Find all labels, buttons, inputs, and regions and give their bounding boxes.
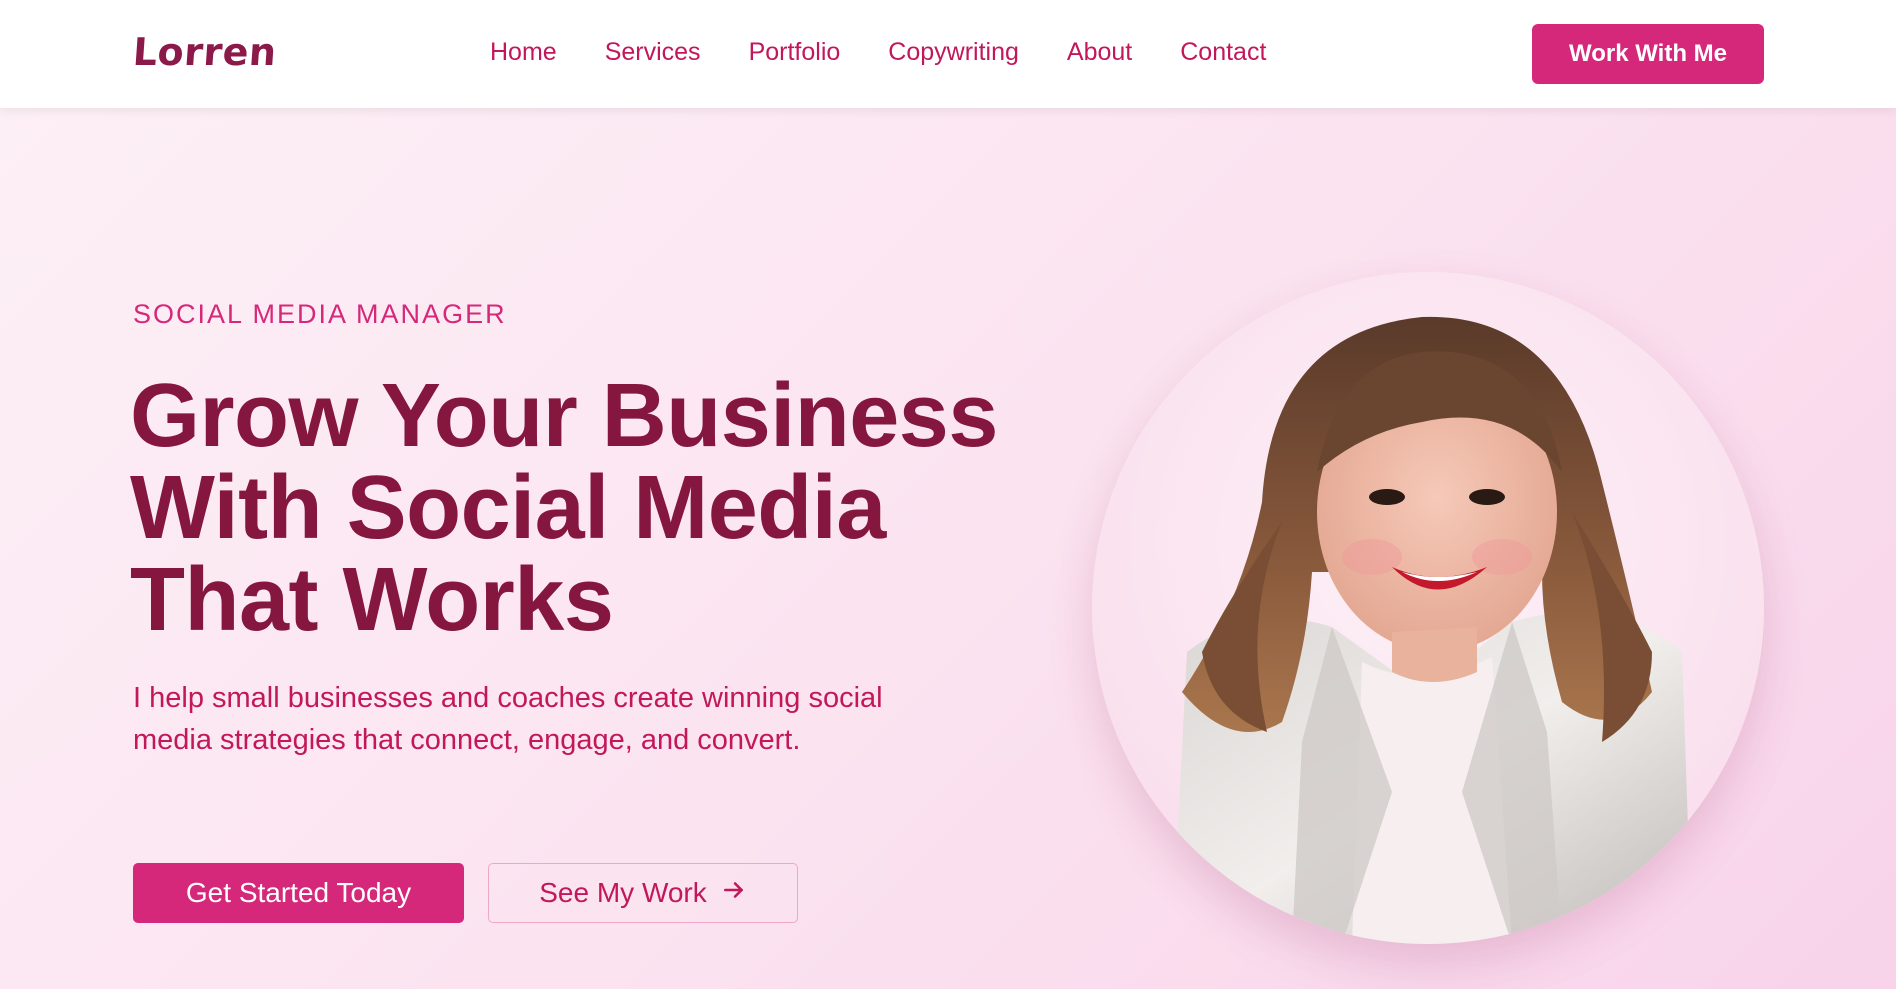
- arrow-right-icon: [721, 877, 747, 910]
- profile-photo: [1092, 272, 1764, 944]
- hero-headline: Grow Your Business With Social Media Tha…: [130, 370, 1050, 646]
- get-started-button[interactable]: Get Started Today: [133, 863, 464, 923]
- work-with-me-button[interactable]: Work With Me: [1532, 24, 1764, 84]
- get-started-label: Get Started Today: [185, 877, 412, 908]
- nav-services[interactable]: Services: [605, 38, 701, 67]
- nav-home[interactable]: Home: [490, 38, 557, 67]
- nav-portfolio[interactable]: Portfolio: [749, 38, 841, 67]
- portrait-illustration: [1172, 316, 1692, 944]
- see-my-work-button[interactable]: See My Work: [488, 863, 798, 923]
- see-my-work-label: See My Work: [539, 877, 707, 908]
- headline-line-1: Grow Your Business: [130, 366, 998, 466]
- main-nav: Home Services Portfolio Copywriting Abou…: [490, 38, 1314, 67]
- hero-subtext: I help small businesses and coaches crea…: [133, 682, 883, 756]
- site-header: Lorren Home Services Portfolio Copywriti…: [0, 0, 1896, 108]
- headline-line-2: With Social Media: [130, 458, 886, 558]
- nav-about[interactable]: About: [1067, 38, 1132, 67]
- headline-line-3: That Works: [130, 550, 614, 650]
- logo[interactable]: Lorren: [131, 30, 278, 74]
- nav-contact[interactable]: Contact: [1180, 38, 1266, 67]
- hero-eyebrow: SOCIAL MEDIA MANAGER: [133, 299, 507, 329]
- nav-copywriting[interactable]: Copywriting: [888, 38, 1019, 67]
